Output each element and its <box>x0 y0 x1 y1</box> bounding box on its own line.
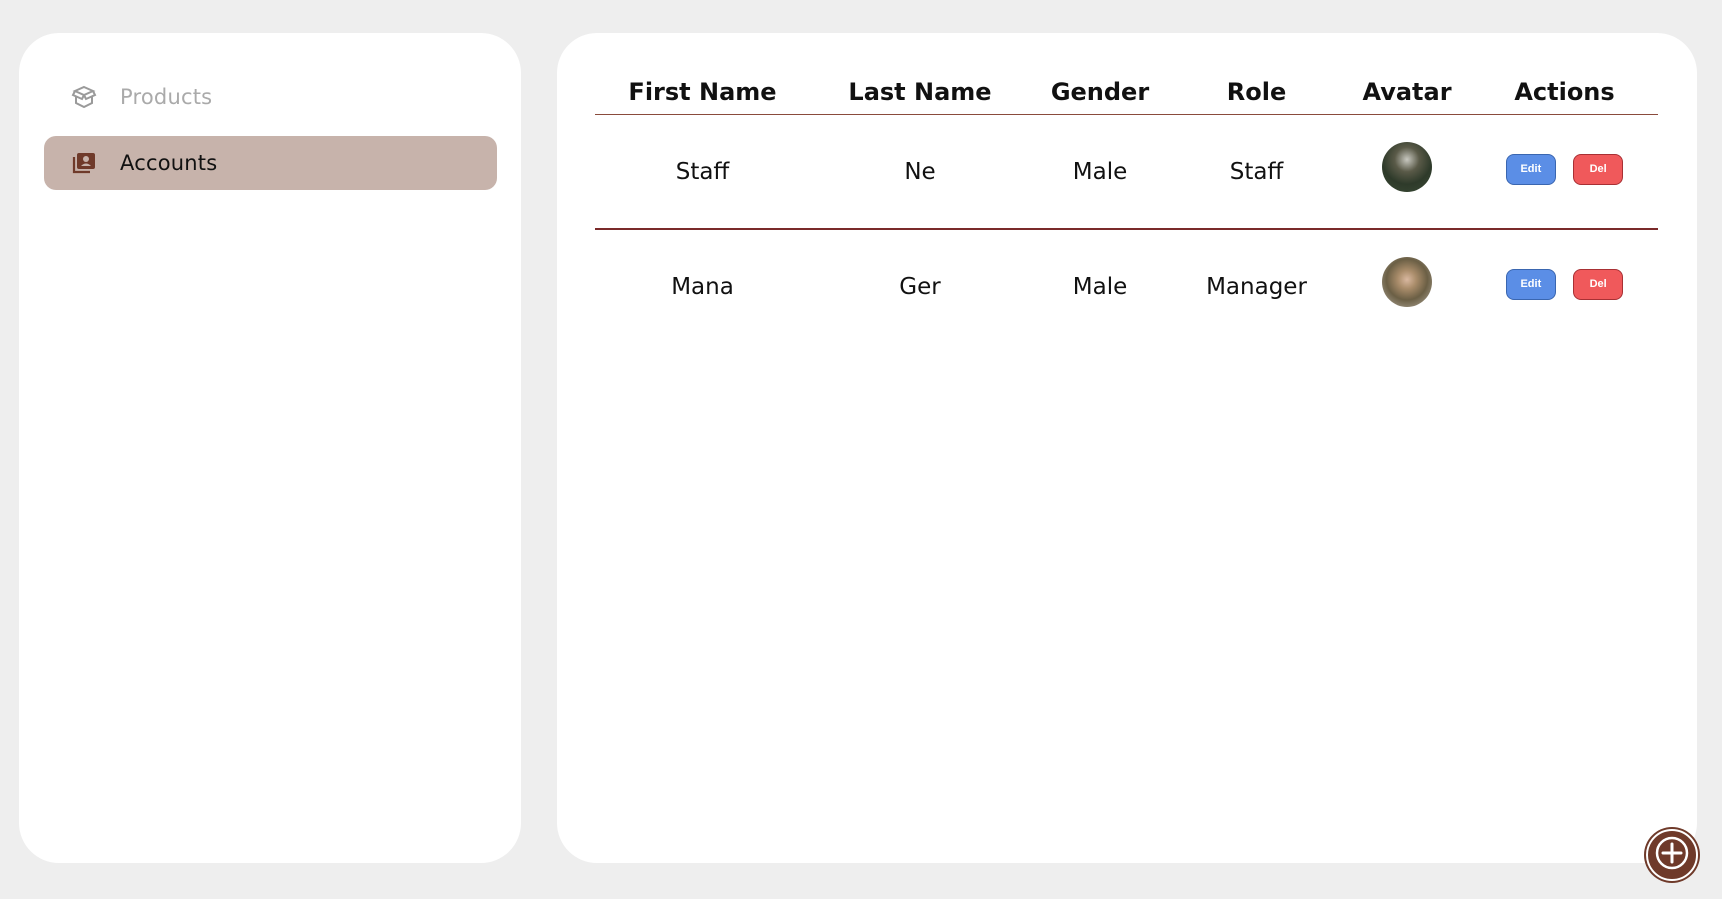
main-panel: First Name Last Name Gender Role Avatar … <box>557 33 1697 863</box>
table-row: Mana Ger Male Manager Edit Del <box>595 229 1658 343</box>
avatar <box>1382 141 1432 192</box>
edit-button[interactable]: Edit <box>1505 269 1556 300</box>
cell-role: Staff <box>1170 114 1343 230</box>
cell-role: Manager <box>1206 273 1307 300</box>
cell-avatar <box>1343 114 1471 230</box>
sidebar-item-label: Products <box>120 85 213 109</box>
sidebar-item-products[interactable]: Products <box>44 70 497 124</box>
cell-last-name: Ne <box>810 114 1030 230</box>
account-card-icon <box>70 149 98 177</box>
delete-button[interactable]: Del <box>1573 154 1624 185</box>
plus-circle-icon <box>1654 835 1690 875</box>
column-header-actions: Actions <box>1471 69 1658 115</box>
cell-gender: Male <box>1030 114 1170 230</box>
table-row: Staff Ne Male Staff Edit Del <box>595 114 1658 230</box>
accounts-table: First Name Last Name Gender Role Avatar … <box>595 69 1658 343</box>
edit-button[interactable]: Edit <box>1505 154 1556 185</box>
sidebar-item-accounts[interactable]: Accounts <box>44 136 497 190</box>
cell-first-name: Mana <box>671 273 734 300</box>
column-header-first-name: First Name <box>595 69 810 115</box>
cell-avatar <box>1343 229 1471 343</box>
cell-actions: Edit Del <box>1471 229 1658 343</box>
add-account-button[interactable] <box>1646 829 1698 881</box>
cell-first-name: Staff <box>595 114 810 230</box>
delete-button[interactable]: Del <box>1573 269 1624 300</box>
cell-last-name: Ger <box>899 273 941 300</box>
box-icon <box>70 83 98 111</box>
cell-gender: Male <box>1072 273 1128 300</box>
table-header-row: First Name Last Name Gender Role Avatar … <box>595 69 1658 115</box>
column-header-avatar: Avatar <box>1343 69 1471 115</box>
sidebar: Products Accounts <box>19 33 521 863</box>
cell-actions: Edit Del <box>1471 114 1658 230</box>
column-header-last-name: Last Name <box>810 69 1030 115</box>
sidebar-item-label: Accounts <box>120 151 218 175</box>
avatar <box>1382 256 1432 307</box>
column-header-role: Role <box>1170 69 1343 115</box>
column-header-gender: Gender <box>1030 69 1170 115</box>
